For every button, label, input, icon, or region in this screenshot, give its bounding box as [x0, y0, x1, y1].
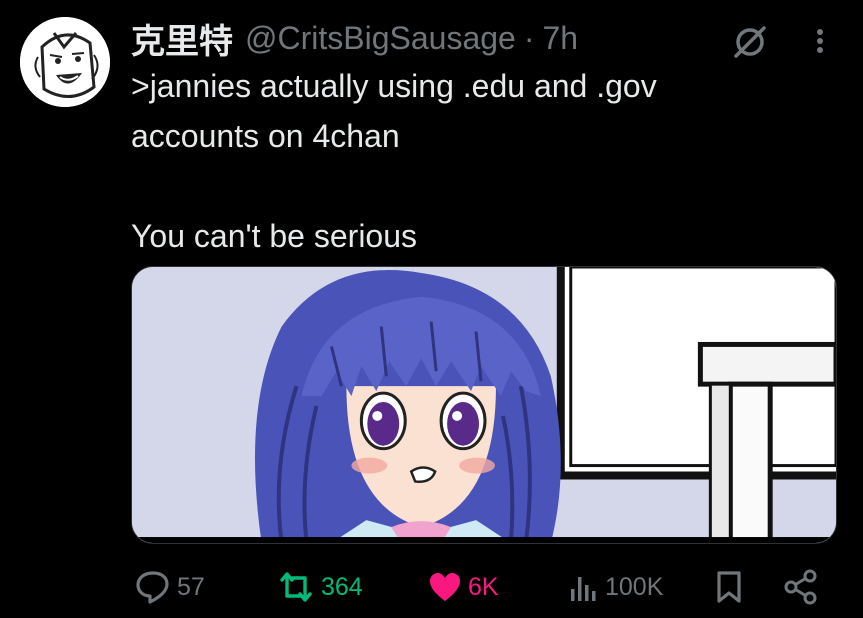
avatar[interactable]	[20, 17, 110, 107]
like-button[interactable]: 6K	[427, 565, 499, 609]
display-name[interactable]: 克里特	[131, 14, 233, 63]
retweet-icon	[280, 572, 312, 602]
tweet-text: >jannies actually using .edu and .gov ac…	[131, 61, 831, 261]
reply-icon	[136, 571, 169, 604]
user-handle[interactable]: @CritsBigSausage	[245, 20, 516, 57]
action-bar: 57 364 6K 100K	[131, 565, 831, 609]
views-count: 100K	[605, 572, 664, 601]
reply-button[interactable]: 57	[134, 565, 205, 609]
bookmark-icon	[717, 571, 741, 603]
retweet-count: 364	[321, 572, 363, 601]
like-count: 6K	[468, 572, 499, 601]
cartoon-face-avatar-icon	[20, 17, 110, 107]
tweet-header: 克里特 @CritsBigSausage · 7h	[131, 14, 578, 63]
share-icon	[784, 569, 817, 605]
views-icon	[571, 577, 596, 601]
retweet-button[interactable]: 364	[276, 565, 363, 609]
views-button[interactable]: 100K	[568, 565, 663, 609]
reply-count: 57	[177, 572, 205, 601]
more-icon[interactable]	[806, 24, 834, 58]
tweet-line: accounts on 4chan	[131, 118, 400, 154]
heart-icon	[430, 573, 460, 601]
tweet-timestamp[interactable]: 7h	[542, 20, 578, 57]
tweet-line: You can't be serious	[131, 218, 418, 254]
grok-icon[interactable]	[730, 22, 772, 60]
bookmark-button[interactable]	[714, 565, 744, 609]
time-separator: ·	[523, 19, 535, 56]
tweet-line: >jannies actually using .edu and .gov	[131, 68, 657, 104]
tweet-media[interactable]	[131, 266, 837, 544]
anime-girl-image	[132, 267, 836, 543]
share-button[interactable]	[783, 565, 819, 609]
